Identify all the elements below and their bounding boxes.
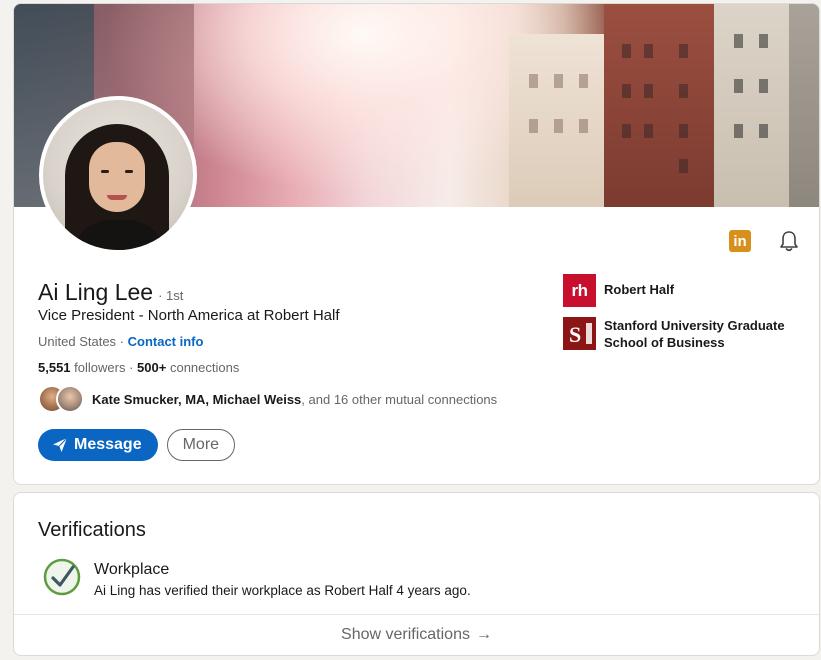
- show-verifications-button[interactable]: Show verifications →: [14, 614, 819, 655]
- svg-text:S: S: [569, 322, 581, 347]
- followers-label: followers ·: [74, 360, 134, 375]
- arrow-right-icon: →: [475, 626, 492, 643]
- connections-label: connections: [169, 360, 240, 375]
- profile-name: Ai Ling Lee: [38, 279, 154, 305]
- profile-headline: Vice President - North America at Robert…: [38, 307, 340, 324]
- org-stanford[interactable]: S Stanford University Graduate School of…: [563, 317, 803, 351]
- verified-check-icon: [42, 557, 82, 597]
- mutual-connections[interactable]: Kate Smucker, MA, Michael Weiss , and 16…: [38, 385, 497, 413]
- message-label: Message: [74, 436, 142, 453]
- show-verifications-label: Show verifications: [341, 626, 470, 643]
- stats-row: 5,551 followers · 500+ connections: [38, 360, 239, 375]
- verification-item-title: Workplace: [94, 561, 170, 578]
- name-row: Ai Ling Lee · 1st: [38, 279, 183, 306]
- stanford-logo: S: [563, 317, 596, 350]
- org-name: Stanford University Graduate School of B…: [604, 318, 785, 350]
- verifications-title: Verifications: [38, 519, 146, 541]
- org-name: Robert Half: [604, 282, 675, 297]
- robert-half-logo: rh: [563, 274, 596, 307]
- profile-location: United States ·: [38, 334, 124, 349]
- mutual-names: Kate Smucker, MA, Michael Weiss: [92, 391, 302, 407]
- mutual-avatars: [38, 385, 86, 413]
- avatar: [56, 385, 84, 413]
- verifications-card: Verifications Workplace Ai Ling has veri…: [13, 492, 820, 656]
- followers-count[interactable]: 5,551: [38, 360, 71, 375]
- location-row: United States · Contact info: [38, 334, 203, 349]
- mutual-rest: , and 16 other mutual connections: [301, 391, 498, 407]
- contact-info-link[interactable]: Contact info: [128, 334, 204, 349]
- verification-item-desc: Ai Ling has verified their workplace as …: [94, 583, 471, 598]
- top-icons: in: [729, 230, 799, 252]
- message-button[interactable]: Message: [38, 429, 158, 461]
- more-button[interactable]: More: [166, 429, 236, 461]
- org-robert-half[interactable]: rh Robert Half: [563, 274, 803, 307]
- profile-card: in Ai Ling Lee · 1st Vice President - No…: [13, 3, 820, 485]
- linkedin-icon[interactable]: in: [729, 230, 751, 252]
- profile-photo[interactable]: [39, 96, 197, 254]
- bell-icon[interactable]: [779, 230, 799, 252]
- connections-count[interactable]: 500+: [137, 360, 166, 375]
- connection-degree: · 1st: [158, 288, 184, 303]
- profile-actions: Message More: [38, 429, 236, 461]
- send-icon: [53, 437, 68, 452]
- organization-list: rh Robert Half S Stanford University Gra…: [563, 274, 803, 361]
